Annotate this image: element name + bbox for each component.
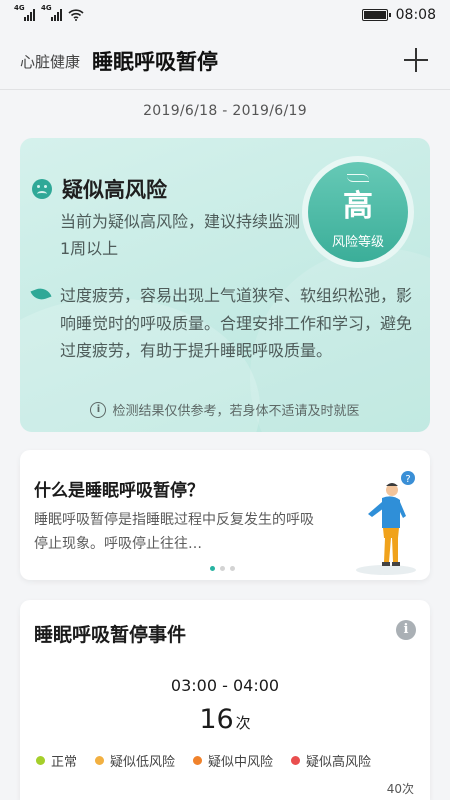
app-header: 心脏健康 睡眠呼吸暂停 [0,38,450,84]
disclaimer-text: 检测结果仅供参考，若身体不适请及时就医 [112,404,360,419]
carousel-indicator [210,566,235,571]
sad-face-icon [32,179,52,199]
signal-icon: 4G [14,4,35,21]
legend-label: 疑似高风险 [306,755,372,770]
risk-title: 疑似高风险 [62,178,167,202]
info-icon: i [90,401,107,418]
risk-level-circle: 高 风险等级 [308,162,408,262]
risk-header: 疑似高风险 [32,174,167,204]
legend-label: 疑似中风险 [208,755,274,770]
knowledge-body: 睡眠呼吸暂停是指睡眠过程中反复发生的呼吸停止现象。呼吸停止往往… [34,512,314,552]
events-count-unit: 次 [235,714,251,732]
events-title: 睡眠呼吸暂停事件 [34,624,187,646]
legend-dot [291,756,301,765]
status-bar: 4G 4G 08:08 [0,0,450,30]
events-time-range: 03:00 - 04:00 [170,676,280,695]
risk-subtitle: 当前为疑似高风险，建议持续监测1周以上 [60,212,301,258]
battery-icon [361,9,391,21]
question-bubble-text: ? [405,474,410,485]
status-left: 4G 4G [14,4,84,21]
legend-dot [193,756,203,765]
risk-legend: 正常 疑似低风险 疑似中风险 疑似高风险 [36,751,371,770]
risk-advice: 过度疲劳，容易出现上气道狭窄、软组织松弛，影响睡觉时的呼吸质量。合理安排工作和学… [60,286,413,360]
legend-dot [95,756,105,765]
events-count: 16 次 [20,704,430,735]
chart-axis-max: 40次 [386,782,414,796]
legend-item: 正常 [36,751,77,770]
legend-item: 疑似低风险 [95,751,175,770]
plus-icon[interactable] [402,46,430,74]
person-thinking-illustration: ? [356,471,416,575]
status-right: 08:08 [361,7,436,23]
knowledge-card[interactable]: 什么是睡眠呼吸暂停？ 睡眠呼吸暂停是指睡眠过程中反复发生的呼吸停止现象。呼吸停止… [20,450,430,580]
header-divider [0,89,450,90]
date-range[interactable]: 2019/6/18 - 2019/6/19 [0,103,450,119]
events-count-value: 16 [199,704,234,735]
legend-item: 疑似中风险 [193,751,273,770]
legend-label: 正常 [51,755,78,770]
wind-icon [347,174,369,182]
risk-level-label: 风险等级 [331,234,384,250]
risk-level-badge: 高 风险等级 [302,156,414,268]
disclaimer: i 检测结果仅供参考，若身体不适请及时就医 [20,400,430,419]
info-icon[interactable]: i [396,620,416,640]
leaf-icon [30,285,52,303]
back-title[interactable]: 心脏健康 [20,51,80,72]
knowledge-title: 什么是睡眠呼吸暂停？ [34,481,204,501]
risk-level-value: 高 [343,188,373,224]
signal-icon-2: 4G [41,4,62,21]
carousel-dot-active[interactable] [210,566,215,571]
legend-label: 疑似低风险 [110,755,176,770]
page-title: 睡眠呼吸暂停 [92,50,219,74]
carousel-dot[interactable] [230,566,235,571]
network-type-label-2: 4G [41,4,52,12]
legend-item: 疑似高风险 [291,751,371,770]
legend-dot [36,756,45,765]
apnea-events-card: 睡眠呼吸暂停事件 i 03:00 - 04:00 16 次 正常 疑似低风险 疑似… [20,600,430,800]
clock: 08:08 [395,7,436,23]
network-type-label: 4G [14,4,25,12]
wifi-icon [68,9,84,21]
carousel-dot[interactable] [220,566,225,571]
risk-card: 疑似高风险 当前为疑似高风险，建议持续监测1周以上 高 风险等级 过度疲劳，容易… [20,138,430,432]
